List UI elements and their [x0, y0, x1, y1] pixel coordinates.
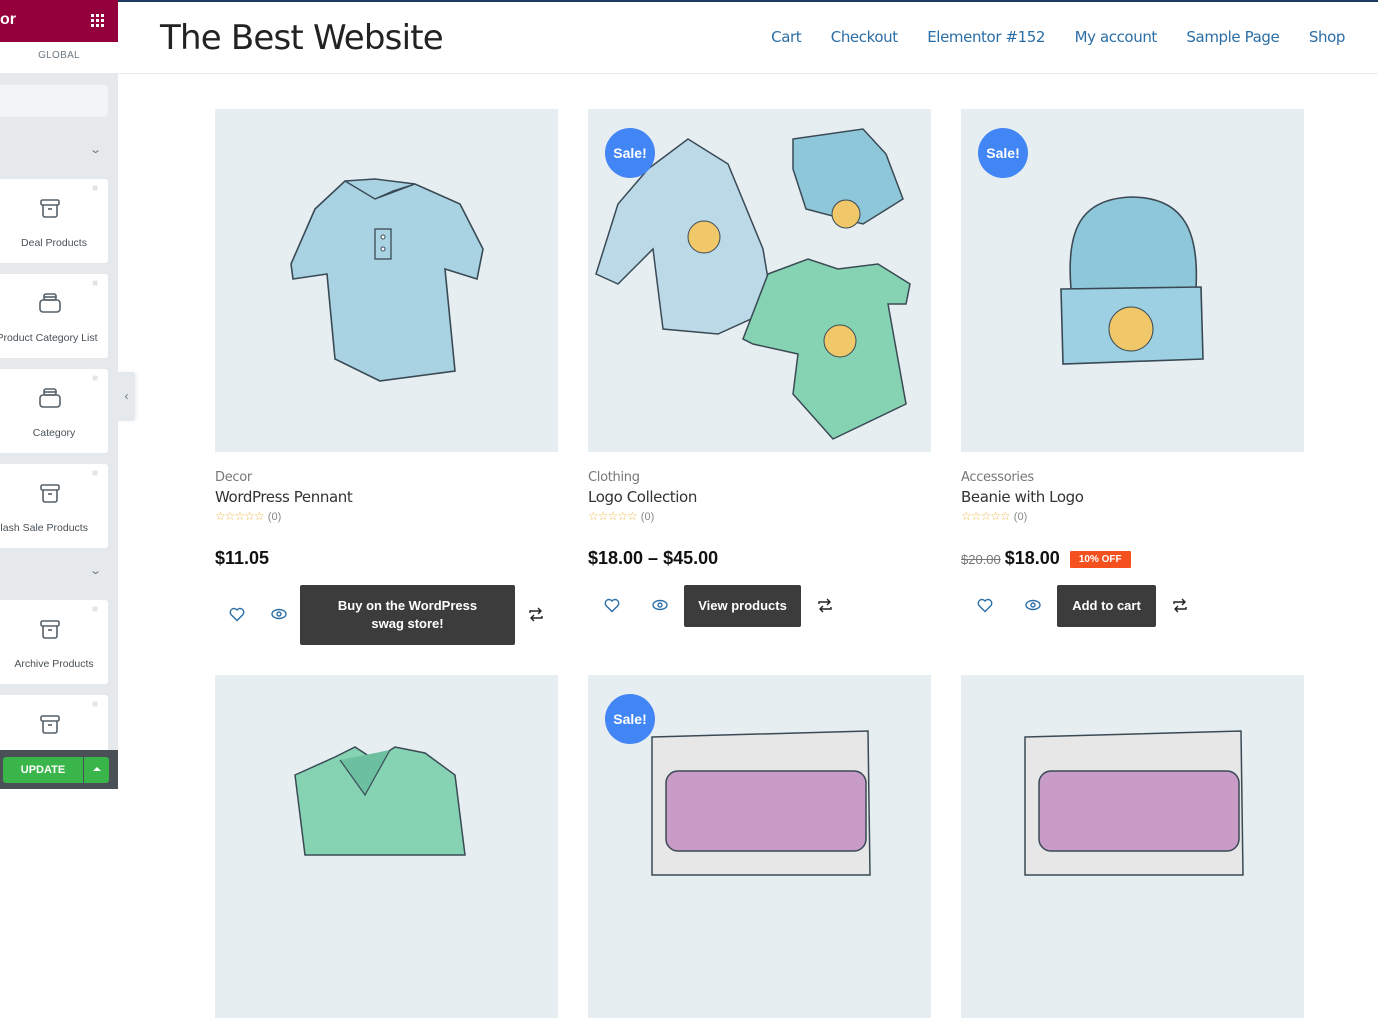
product-category: Clothing — [588, 470, 640, 485]
add-to-cart-button[interactable]: Add to cart — [1057, 585, 1156, 627]
chevron-down-icon[interactable]: ⌄ — [89, 143, 102, 156]
pro-lock-icon: ■ — [91, 468, 99, 479]
nav-cart[interactable]: Cart — [771, 28, 802, 46]
product-image[interactable]: Sale! — [588, 675, 931, 1018]
product-image[interactable] — [215, 675, 558, 1018]
widget-search-input[interactable] — [0, 85, 108, 117]
sale-badge: Sale! — [978, 128, 1028, 178]
sale-badge: Sale! — [605, 694, 655, 744]
editor-sidebar: or GLOBAL ⌄ ■ Deal Products ■ Product Ca… — [0, 0, 118, 789]
archive-icon — [39, 713, 61, 735]
main-nav: Cart Checkout Elementor #152 My account … — [742, 28, 1345, 46]
widget-label: Flash Sale Products — [0, 522, 88, 534]
pro-lock-icon: ■ — [91, 278, 99, 289]
product-price: $11.05 — [215, 548, 270, 568]
sale-badge: Sale! — [605, 128, 655, 178]
compare-arrows-icon[interactable] — [1173, 598, 1187, 613]
compare-arrows-icon[interactable] — [529, 607, 543, 622]
product-image[interactable]: Sale! — [588, 109, 931, 452]
star-rating-icon: ☆☆☆☆☆ — [588, 509, 638, 523]
archive-icon — [39, 618, 61, 640]
compare-arrows-icon[interactable] — [818, 598, 832, 613]
product-title[interactable]: WordPress Pennant — [215, 488, 353, 506]
quick-view-eye-icon[interactable] — [271, 608, 287, 620]
tab-global[interactable]: GLOBAL — [0, 42, 118, 74]
quick-view-eye-icon[interactable] — [652, 599, 668, 611]
archive-icon — [39, 197, 61, 219]
buy-external-button[interactable]: Buy on the WordPress swag store! — [300, 585, 515, 645]
nav-sample-page[interactable]: Sample Page — [1186, 28, 1279, 46]
collapse-panel-button[interactable]: ‹ — [118, 372, 135, 421]
discount-badge: 10% OFF — [1069, 551, 1131, 568]
category-icon — [38, 387, 62, 409]
product-title[interactable]: Logo Collection — [588, 488, 697, 506]
update-options-button[interactable] — [84, 757, 109, 783]
editor-header: or — [0, 0, 118, 42]
product-category: Decor — [215, 470, 252, 485]
update-button[interactable]: UPDATE — [3, 757, 83, 783]
widget-flash-sale-products[interactable]: ■ Flash Sale Products — [0, 464, 108, 548]
product-title[interactable]: Beanie with Logo — [961, 488, 1084, 506]
product-price: $20.00 $18.00 10% OFF — [961, 548, 1131, 569]
widget-archive-products[interactable]: ■ Archive Products — [0, 600, 108, 684]
archive-icon — [39, 482, 61, 504]
product-category: Accessories — [961, 470, 1034, 485]
wishlist-heart-icon[interactable] — [229, 607, 245, 622]
nav-checkout[interactable]: Checkout — [831, 28, 898, 46]
nav-shop[interactable]: Shop — [1309, 28, 1346, 46]
old-price: $20.00 — [961, 552, 1001, 567]
pro-lock-icon: ■ — [91, 183, 99, 194]
pro-lock-icon: ■ — [91, 604, 99, 615]
product-image[interactable] — [961, 675, 1304, 1018]
product-image[interactable] — [215, 109, 558, 452]
widget-label: Archive Products — [14, 658, 94, 670]
product-rating: ☆☆☆☆☆ (0) — [215, 509, 281, 523]
widget-label: Category — [32, 427, 76, 439]
product-price: $18.00 – $45.00 — [588, 548, 719, 568]
product-rating: ☆☆☆☆☆ (0) — [961, 509, 1027, 523]
wishlist-heart-icon[interactable] — [977, 598, 993, 613]
chevron-down-icon[interactable]: ⌄ — [89, 564, 102, 577]
widget-label: Product Category List — [0, 332, 98, 344]
widget-deal-products[interactable]: ■ Deal Products — [0, 179, 108, 263]
star-rating-icon: ☆☆☆☆☆ — [961, 509, 1011, 523]
widgets-grid-icon[interactable] — [91, 14, 104, 27]
product-rating: ☆☆☆☆☆ (0) — [588, 509, 654, 523]
site-header: The Best Website Cart Checkout Elementor… — [118, 2, 1378, 74]
view-products-button[interactable]: View products — [684, 585, 801, 627]
product-image[interactable]: Sale! — [961, 109, 1304, 452]
pro-lock-icon: ■ — [91, 373, 99, 384]
nav-elementor-152[interactable]: Elementor #152 — [927, 28, 1045, 46]
rating-count: (0) — [640, 511, 655, 523]
site-title[interactable]: The Best Website — [160, 18, 444, 58]
category-icon — [38, 292, 62, 314]
pro-lock-icon: ■ — [91, 699, 99, 710]
widget-category[interactable]: ■ Category — [0, 369, 108, 453]
wishlist-heart-icon[interactable] — [604, 598, 620, 613]
star-rating-icon: ☆☆☆☆☆ — [215, 509, 265, 523]
rating-count: (0) — [1013, 511, 1028, 523]
widget-product-category-list[interactable]: ■ Product Category List — [0, 274, 108, 358]
nav-my-account[interactable]: My account — [1075, 28, 1158, 46]
rating-count: (0) — [267, 511, 282, 523]
editor-footer: UPDATE — [0, 750, 118, 789]
widget-label: Deal Products — [21, 237, 87, 249]
editor-logo: or — [0, 11, 16, 28]
sale-price: $18.00 — [1004, 548, 1060, 568]
quick-view-eye-icon[interactable] — [1025, 599, 1041, 611]
